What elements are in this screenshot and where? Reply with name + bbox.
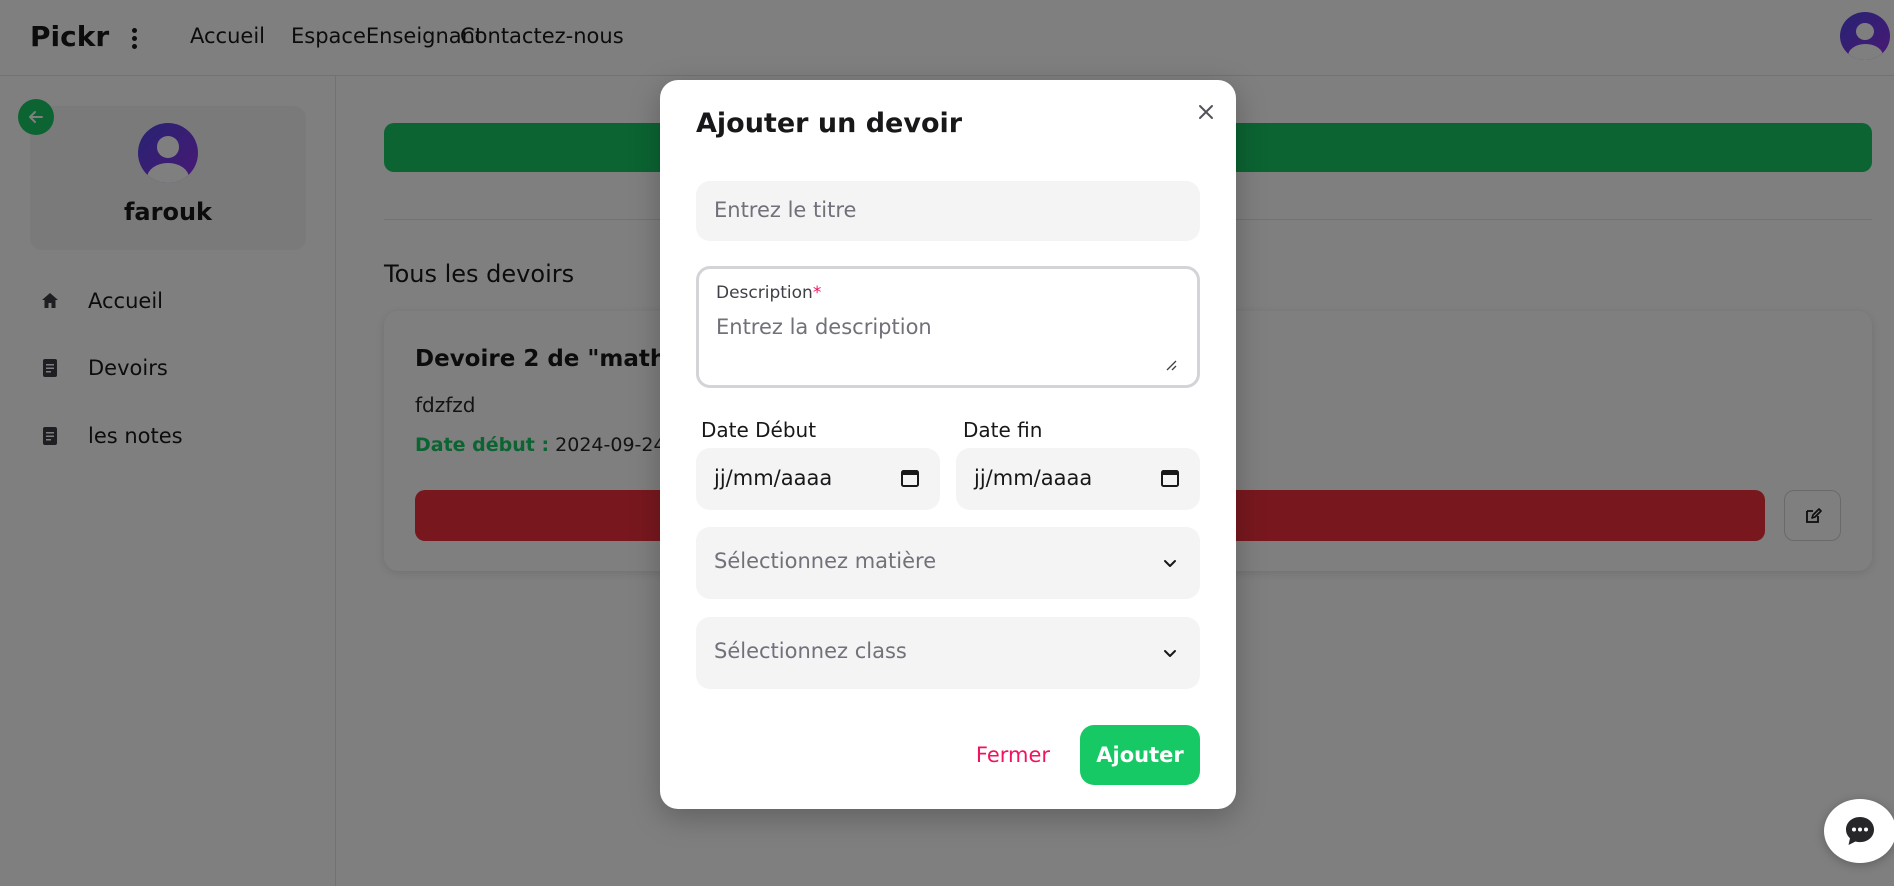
calendar-icon[interactable] [1160, 468, 1180, 488]
chevron-down-icon [1164, 560, 1176, 567]
date-fin-input[interactable]: jj/mm/aaaa [956, 448, 1200, 510]
matiere-placeholder: Sélectionnez matière [714, 549, 937, 573]
description-label: Description* [716, 283, 822, 303]
ajouter-button[interactable]: Ajouter [1080, 725, 1200, 785]
matiere-select[interactable]: Sélectionnez matière [696, 527, 1200, 599]
date-fin-value: jj/mm/aaaa [974, 466, 1093, 490]
title-placeholder: Entrez le titre [714, 198, 857, 222]
modal-title: Ajouter un devoir [696, 108, 963, 139]
date-debut-field-label: Date Début [701, 418, 817, 442]
description-placeholder: Entrez la description [716, 315, 932, 339]
chat-bubble-icon [1846, 817, 1874, 845]
resize-handle-icon[interactable] [1165, 359, 1177, 371]
close-icon[interactable] [1194, 100, 1218, 124]
class-placeholder: Sélectionnez class [714, 639, 907, 663]
chevron-down-icon [1164, 650, 1176, 657]
chat-button[interactable] [1824, 799, 1894, 863]
date-debut-value: jj/mm/aaaa [714, 466, 833, 490]
calendar-icon[interactable] [900, 468, 920, 488]
title-input[interactable]: Entrez le titre [696, 181, 1200, 241]
description-textarea[interactable]: Description* Entrez la description [696, 266, 1200, 388]
class-select[interactable]: Sélectionnez class [696, 617, 1200, 689]
add-devoir-modal: Ajouter un devoir Entrez le titre Descri… [660, 80, 1236, 809]
date-fin-field-label: Date fin [963, 418, 1043, 442]
date-debut-input[interactable]: jj/mm/aaaa [696, 448, 940, 510]
fermer-button[interactable]: Fermer [960, 725, 1066, 785]
